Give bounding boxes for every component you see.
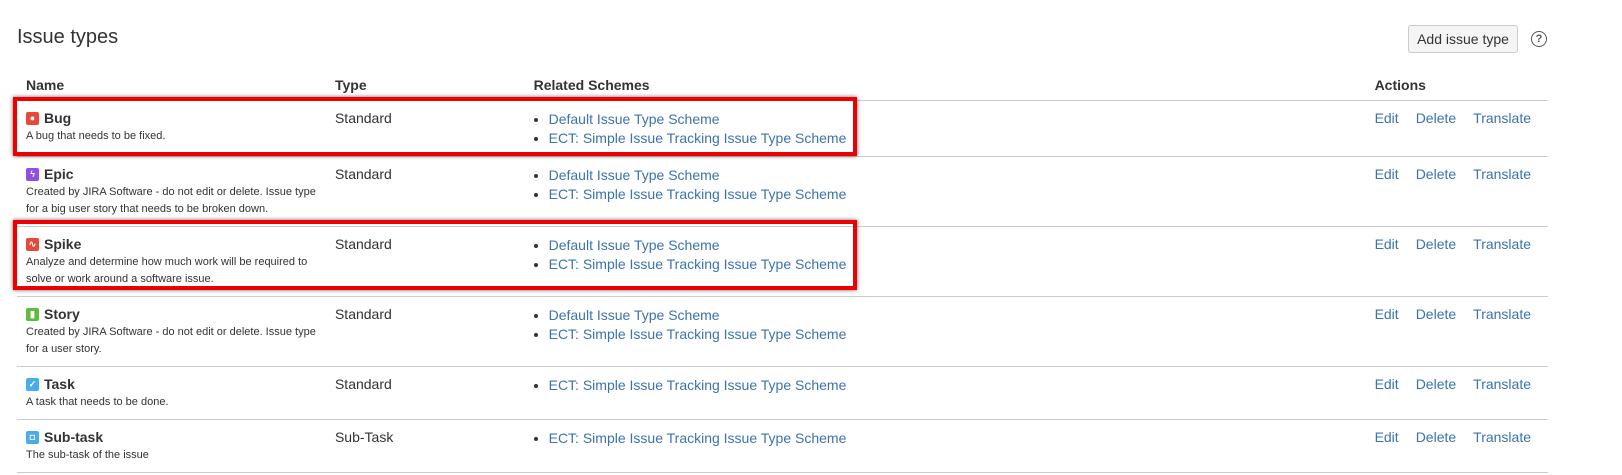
issue-type-name: Bug: [44, 110, 72, 126]
scheme-link-text[interactable]: ECT: Simple Issue Tracking Issue Type Sc…: [549, 377, 847, 393]
page-title: Issue types: [17, 26, 119, 48]
issue-type-name: Epic: [44, 166, 74, 182]
issue-type-description: A bug that needs to be fixed.: [26, 130, 166, 142]
table-row: ϟ Epic Created by JIRA Software - do not e…: [17, 156, 1548, 227]
issue-type-name: Sub-task: [44, 429, 104, 445]
scheme-link-text[interactable]: Default Issue Type Scheme: [549, 111, 720, 127]
issue-type-name: Task: [44, 376, 75, 392]
issue-types-table: Name Type Related Schemes Actions ● Bug A …: [17, 70, 1548, 473]
table-row: ▮ Story Created by JIRA Software - do not …: [17, 296, 1548, 367]
schemes-cell: ECT: Simple Issue Tracking Issue Type Sc…: [524, 419, 1366, 473]
delete-link[interactable]: Delete: [1416, 166, 1456, 182]
column-header-name: Name: [17, 70, 326, 101]
scheme-link[interactable]: ECT: Simple Issue Tracking Issue Type Sc…: [549, 129, 1366, 148]
edit-link[interactable]: Edit: [1375, 110, 1399, 126]
scheme-link[interactable]: Default Issue Type Scheme: [549, 166, 1366, 185]
issue-type-description: Created by JIRA Software - do not edit o…: [26, 326, 316, 355]
type-cell: Sub-Task: [325, 419, 525, 473]
type-cell: Standard: [325, 366, 525, 420]
edit-link[interactable]: Edit: [1375, 306, 1399, 322]
table-row: ● Bug A bug that needs to be fixed. Standa…: [17, 100, 1548, 157]
column-header-actions: Actions: [1365, 70, 1548, 101]
scheme-link-text[interactable]: ECT: Simple Issue Tracking Issue Type Sc…: [549, 186, 847, 202]
translate-link[interactable]: Translate: [1473, 166, 1531, 182]
bug-icon: ●: [26, 111, 39, 125]
delete-link[interactable]: Delete: [1416, 429, 1456, 445]
translate-link[interactable]: Translate: [1473, 110, 1531, 126]
actions-cell: Edit Delete Translate: [1365, 419, 1548, 473]
delete-link[interactable]: Delete: [1416, 110, 1456, 126]
type-cell: Standard: [325, 296, 525, 367]
edit-link[interactable]: Edit: [1375, 376, 1399, 392]
name-cell: ϟ Epic Created by JIRA Software - do not e…: [17, 156, 326, 227]
scheme-link-text[interactable]: Default Issue Type Scheme: [549, 307, 720, 323]
scheme-link-text[interactable]: ECT: Simple Issue Tracking Issue Type Sc…: [549, 130, 847, 146]
task-icon: ✓: [26, 377, 39, 391]
epic-icon: ϟ: [26, 167, 39, 181]
spike-icon: ∿: [26, 237, 39, 251]
translate-link[interactable]: Translate: [1473, 376, 1531, 392]
scheme-link[interactable]: ECT: Simple Issue Tracking Issue Type Sc…: [549, 429, 1366, 448]
scheme-link-text[interactable]: Default Issue Type Scheme: [549, 167, 720, 183]
actions-cell: Edit Delete Translate: [1365, 296, 1548, 367]
column-header-related-schemes: Related Schemes: [524, 70, 1366, 101]
edit-link[interactable]: Edit: [1375, 236, 1399, 252]
type-cell: Standard: [325, 156, 525, 227]
story-icon: ▮: [26, 307, 39, 321]
table-row: ◘ Sub-task The sub-task of the issue Sub-T…: [17, 419, 1548, 473]
translate-link[interactable]: Translate: [1473, 306, 1531, 322]
table-row: ✓ Task A task that needs to be done. Stand…: [17, 366, 1548, 420]
issue-type-description: Analyze and determine how much work will…: [26, 256, 308, 285]
delete-link[interactable]: Delete: [1416, 306, 1456, 322]
scheme-link[interactable]: Default Issue Type Scheme: [549, 110, 1366, 129]
actions-cell: Edit Delete Translate: [1365, 366, 1548, 420]
scheme-link[interactable]: ECT: Simple Issue Tracking Issue Type Sc…: [549, 376, 1366, 395]
issue-type-description: Created by JIRA Software - do not edit o…: [26, 186, 316, 215]
add-issue-type-button[interactable]: Add issue type: [1408, 25, 1518, 53]
actions-cell: Edit Delete Translate: [1365, 156, 1548, 227]
scheme-link[interactable]: Default Issue Type Scheme: [549, 236, 1366, 255]
subtask-icon: ◘: [26, 430, 39, 444]
translate-link[interactable]: Translate: [1473, 236, 1531, 252]
name-cell: ✓ Task A task that needs to be done.: [17, 366, 326, 420]
name-cell: ● Bug A bug that needs to be fixed.: [17, 100, 326, 157]
scheme-link[interactable]: ECT: Simple Issue Tracking Issue Type Sc…: [549, 325, 1366, 344]
schemes-cell: Default Issue Type Scheme ECT: Simple Iss…: [524, 156, 1366, 227]
actions-cell: Edit Delete Translate: [1365, 226, 1548, 297]
schemes-cell: Default Issue Type Scheme ECT: Simple Iss…: [524, 100, 1366, 157]
scheme-link-text[interactable]: ECT: Simple Issue Tracking Issue Type Sc…: [549, 430, 847, 446]
type-cell: Standard: [325, 226, 525, 297]
issue-type-description: The sub-task of the issue: [26, 449, 149, 461]
edit-link[interactable]: Edit: [1375, 429, 1399, 445]
issue-type-name: Story: [44, 306, 80, 322]
help-icon[interactable]: ?: [1531, 31, 1547, 47]
issue-type-name: Spike: [44, 236, 82, 252]
scheme-link-text[interactable]: Default Issue Type Scheme: [549, 237, 720, 253]
table-row: ∿ Spike Analyze and determine how much wor…: [17, 226, 1548, 297]
scheme-link[interactable]: ECT: Simple Issue Tracking Issue Type Sc…: [549, 255, 1366, 274]
delete-link[interactable]: Delete: [1416, 236, 1456, 252]
schemes-cell: ECT: Simple Issue Tracking Issue Type Sc…: [524, 366, 1366, 420]
translate-link[interactable]: Translate: [1473, 429, 1531, 445]
schemes-cell: Default Issue Type Scheme ECT: Simple Iss…: [524, 296, 1366, 367]
scheme-link[interactable]: Default Issue Type Scheme: [549, 306, 1366, 325]
scheme-link-text[interactable]: ECT: Simple Issue Tracking Issue Type Sc…: [549, 256, 847, 272]
scheme-link[interactable]: ECT: Simple Issue Tracking Issue Type Sc…: [549, 185, 1366, 204]
schemes-cell: Default Issue Type Scheme ECT: Simple Iss…: [524, 226, 1366, 297]
issue-type-description: A task that needs to be done.: [26, 396, 169, 408]
actions-cell: Edit Delete Translate: [1365, 100, 1548, 157]
delete-link[interactable]: Delete: [1416, 376, 1456, 392]
column-header-type: Type: [325, 70, 525, 101]
name-cell: ◘ Sub-task The sub-task of the issue: [17, 419, 326, 473]
type-cell: Standard: [325, 100, 525, 157]
name-cell: ∿ Spike Analyze and determine how much wor…: [17, 226, 326, 297]
name-cell: ▮ Story Created by JIRA Software - do not …: [17, 296, 326, 367]
scheme-link-text[interactable]: ECT: Simple Issue Tracking Issue Type Sc…: [549, 326, 847, 342]
edit-link[interactable]: Edit: [1375, 166, 1399, 182]
